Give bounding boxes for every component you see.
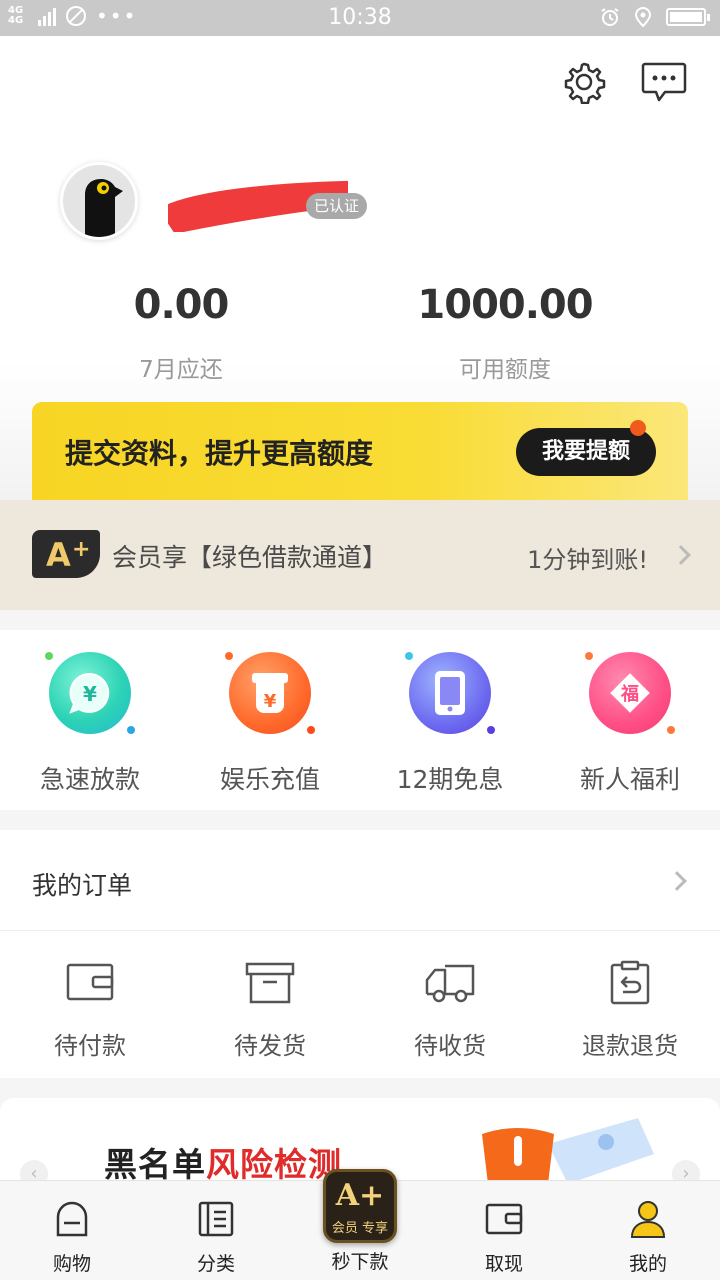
yen-bag-icon: ¥	[225, 652, 315, 734]
repay-stat[interactable]: 0.00 7月应还	[31, 282, 331, 384]
quick-actions: ¥ 急速放款 ¥ 娱乐充值 12期免息 福 新人福利	[0, 630, 720, 810]
member-right-text: 1分钟到账!	[527, 546, 648, 574]
truck-icon	[425, 964, 475, 1003]
quick-fast-loan[interactable]: ¥ 急速放款	[0, 652, 180, 796]
messages-button[interactable]	[640, 58, 688, 106]
tab-category[interactable]: 分类	[144, 1199, 288, 1276]
divider	[0, 930, 720, 931]
phone-icon	[405, 652, 495, 734]
location-icon	[634, 7, 652, 27]
credit-label: 可用额度	[459, 357, 551, 383]
gear-icon	[564, 62, 606, 104]
credit-amount: 1000.00	[417, 282, 593, 328]
svg-text:¥: ¥	[83, 682, 97, 706]
member-text: 会员享【绿色借款通道】	[112, 543, 388, 572]
tab-shop[interactable]: 购物	[0, 1199, 144, 1276]
avatar-image	[85, 179, 123, 237]
promo-text-red: 风险检测	[206, 1145, 342, 1182]
person-icon	[630, 1201, 666, 1238]
orders-title[interactable]: 我的订单	[32, 866, 132, 902]
shop-icon	[56, 1201, 88, 1237]
order-pending-shipment[interactable]: 待发货	[180, 960, 360, 1061]
svg-text:A: A	[46, 536, 71, 574]
order-pending-payment[interactable]: 待付款	[0, 960, 180, 1061]
chevron-right-icon[interactable]	[667, 871, 687, 891]
order-pending-receipt[interactable]: 待收货	[360, 960, 540, 1061]
quick-interest-free[interactable]: 12期免息	[360, 652, 540, 796]
tab-label: 我的	[628, 1253, 667, 1275]
chat-bubble-icon	[641, 62, 687, 102]
profile-header: 已认证 0.00 7月应还 1000.00 可用额度 提交资料，提升更高额度 我…	[0, 36, 720, 500]
order-refund[interactable]: 退款退货	[540, 960, 720, 1061]
verified-badge: 已认证	[306, 193, 368, 219]
quick-label: 娱乐充值	[219, 765, 320, 794]
settings-button[interactable]	[560, 58, 608, 106]
wallet-icon	[485, 1203, 523, 1235]
tab-withdraw[interactable]: 取现	[432, 1199, 576, 1276]
order-label: 待发货	[234, 1032, 306, 1060]
tab-label: 秒下款	[331, 1251, 389, 1273]
carousel-next-button[interactable]: ›	[672, 1160, 700, 1182]
yen-chat-icon: ¥	[45, 652, 135, 734]
carousel-prev-button[interactable]: ‹	[20, 1160, 48, 1182]
wallet-icon	[66, 963, 114, 1001]
aplus-badge-icon: A +	[32, 530, 100, 578]
battery-icon	[666, 8, 710, 26]
box-icon	[245, 962, 295, 1004]
order-label: 退款退货	[582, 1032, 678, 1060]
tab-mine[interactable]: 我的	[576, 1199, 720, 1276]
status-bar: 4G 4G ••• 10:38	[0, 0, 720, 36]
tab-quick-loan[interactable]: A+ 会员 专享	[323, 1169, 397, 1243]
promo-text-black: 黑名单	[104, 1145, 206, 1182]
fu-envelope-icon: 福	[585, 652, 675, 734]
quick-new-user[interactable]: 福 新人福利	[540, 652, 720, 796]
tab-label: 分类	[196, 1253, 235, 1275]
status-right	[600, 7, 710, 27]
credit-stat[interactable]: 1000.00 可用额度	[355, 282, 655, 384]
svg-text:¥: ¥	[264, 691, 277, 712]
category-icon	[198, 1201, 234, 1237]
raise-limit-banner[interactable]: 提交资料，提升更高额度 我要提额	[32, 402, 688, 500]
svg-text:福: 福	[620, 683, 639, 705]
clipboard-return-icon	[610, 960, 650, 1005]
quick-label: 急速放款	[39, 765, 140, 794]
promo-text: 黑名单风险检测	[104, 1138, 342, 1182]
notification-dot	[630, 420, 646, 436]
quick-recharge[interactable]: ¥ 娱乐充值	[180, 652, 360, 796]
tab-label: 取现	[484, 1253, 523, 1275]
member-strip[interactable]: A + 会员享【绿色借款通道】 1分钟到账!	[0, 500, 720, 610]
tab-label: 购物	[52, 1253, 91, 1275]
order-label: 待收货	[414, 1032, 486, 1060]
vip-sub-label: 会员 专享	[331, 1221, 389, 1236]
repay-label: 7月应还	[139, 357, 223, 383]
svg-text:+: +	[72, 537, 90, 562]
order-label: 待付款	[54, 1032, 126, 1060]
bottom-tab-bar: 购物 分类 A+ 会员 专享 秒下款 取现 我的	[0, 1169, 720, 1280]
vip-aplus-icon: A+	[335, 1178, 385, 1213]
banner-text: 提交资料，提升更高额度	[65, 437, 374, 470]
repay-amount: 0.00	[133, 282, 230, 328]
alarm-icon	[601, 8, 619, 26]
quick-label: 新人福利	[579, 765, 680, 794]
shield-ticket-illustration	[482, 1118, 654, 1182]
orders-section: 我的订单 待付款 待发货 待收货 退款退货	[0, 830, 720, 1078]
avatar[interactable]	[60, 162, 138, 240]
quick-label: 12期免息	[396, 765, 504, 794]
chevron-right-icon	[671, 545, 691, 565]
